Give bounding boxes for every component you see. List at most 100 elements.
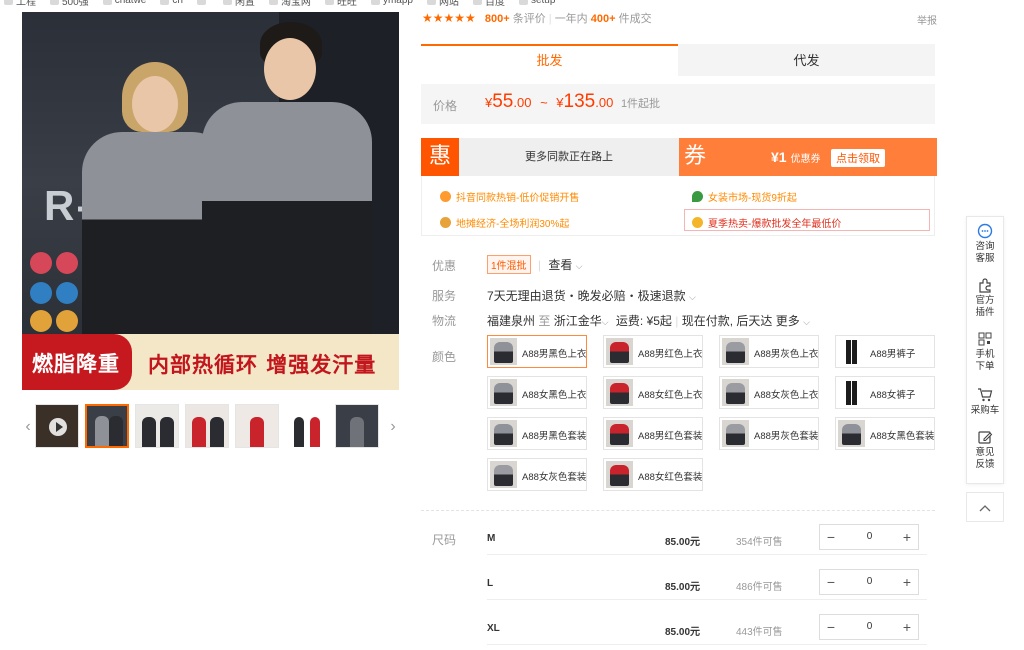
freight: 运费: ¥5起	[615, 314, 672, 328]
bookmark-item[interactable]: ymapp	[370, 0, 413, 6]
color-swatch	[606, 379, 633, 406]
chevron-left-icon[interactable]: ‹	[22, 404, 34, 450]
discount-row: 1件混批 | 查看 ⌵	[487, 255, 583, 274]
color-option[interactable]: A88女裤子	[835, 376, 935, 409]
color-swatch	[722, 338, 749, 365]
banner-text-right: 内部热循环 增强发汗量	[148, 353, 377, 377]
promo-item-1[interactable]: 抖音同款热销-低价促销开售	[440, 189, 579, 204]
image-banner: 燃脂降重 内部热循环 增强发汗量	[22, 334, 399, 390]
sold-suffix: 件成交	[618, 13, 652, 25]
qr-code-icon	[978, 332, 992, 346]
main-product-image[interactable]: R-X 燃脂降重 内部热循环 增强发汗量	[22, 12, 399, 390]
plus-icon[interactable]: +	[896, 525, 918, 549]
customer-service-button[interactable]: 咨询 客服	[967, 223, 1003, 265]
bookmark-item[interactable]: 500强	[50, 0, 89, 6]
thumbnail-3[interactable]	[185, 404, 229, 448]
mobile-order-button[interactable]: 手机 下单	[967, 331, 1003, 373]
bookmark-item[interactable]: 闲置	[222, 0, 255, 6]
thumbnail-5[interactable]	[285, 404, 329, 448]
mixed-batch-tag: 1件混批	[487, 255, 531, 274]
bookmark-item[interactable]: cn	[160, 0, 183, 6]
play-icon	[49, 418, 67, 436]
color-option[interactable]: A88女灰色上衣	[719, 376, 819, 409]
ship-to[interactable]: 浙江金华	[554, 314, 602, 328]
tab-wholesale[interactable]: 批发	[421, 44, 678, 76]
report-link[interactable]: 举报	[917, 12, 937, 27]
chevron-right-icon[interactable]: ›	[387, 404, 399, 450]
promo-item-2[interactable]: 女装市场-现货9折起	[692, 189, 797, 204]
color-option[interactable]: A88女灰色套装	[487, 458, 587, 491]
color-swatch	[722, 379, 749, 406]
color-option[interactable]: A88男灰色套装	[719, 417, 819, 450]
thumbnail-6[interactable]	[335, 404, 379, 448]
color-option[interactable]: A88男黑色套装	[487, 417, 587, 450]
tab-dropship[interactable]: 代发	[678, 44, 935, 76]
discount-text: 更多同款正在路上	[459, 138, 679, 176]
color-swatch	[606, 420, 633, 447]
claim-coupon-button[interactable]: 点击领取	[831, 149, 885, 167]
color-option[interactable]: A88男红色上衣	[603, 335, 703, 368]
thumbnail-2[interactable]	[135, 404, 179, 448]
purchase-tabs: 批发 代发	[421, 44, 935, 76]
size-row: M 85.00元 354件可售 −0 +	[487, 515, 927, 555]
bookmark-item[interactable]: 工程	[4, 0, 36, 6]
color-option[interactable]: A88女红色上衣	[603, 376, 703, 409]
plus-icon[interactable]: +	[896, 570, 918, 594]
color-option[interactable]: A88男黑色上衣	[487, 335, 587, 368]
service-row[interactable]: 7天无理由退货・晚发必赔・极速退款 ⌵	[487, 287, 696, 304]
minus-icon[interactable]: −	[820, 525, 842, 549]
quantity-stepper: −0 +	[819, 524, 919, 550]
bookmark-item[interactable]: 百度	[472, 0, 505, 6]
color-option[interactable]: A88女红色套装	[603, 458, 703, 491]
quantity-stepper: −0 +	[819, 614, 919, 640]
bookmark-item[interactable]: 淘宝网	[268, 0, 311, 6]
color-swatch	[490, 420, 517, 447]
banner-text-left: 燃脂降重	[32, 352, 120, 376]
model-man	[202, 22, 372, 362]
bookmark-item[interactable]: chatwe	[102, 0, 146, 6]
review-count[interactable]: 800+	[485, 13, 510, 25]
color-swatch	[722, 420, 749, 447]
quantity-value[interactable]: 0	[842, 570, 896, 594]
more-logistics-link[interactable]: 更多	[776, 314, 800, 328]
quantity-value[interactable]: 0	[842, 525, 896, 549]
min-order: 1件起批	[620, 98, 661, 110]
sun-icon	[440, 191, 451, 202]
face-icon	[692, 217, 703, 228]
color-option[interactable]: A88男灰色上衣	[719, 335, 819, 368]
back-to-top-button[interactable]	[966, 492, 1004, 522]
official-plugin-button[interactable]: 官方 插件	[967, 277, 1003, 319]
color-option[interactable]: A88女黑色套装	[835, 417, 935, 450]
promo-item-3[interactable]: 地摊经济-全场利润30%起	[440, 215, 569, 230]
color-option[interactable]: A88男裤子	[835, 335, 935, 368]
puzzle-icon	[979, 278, 991, 293]
feedback-button[interactable]: 意见 反馈	[967, 429, 1003, 471]
color-option[interactable]: A88男红色套装	[603, 417, 703, 450]
plus-icon[interactable]: +	[896, 615, 918, 639]
size-price: 85.00元	[665, 537, 701, 548]
minus-icon[interactable]: −	[820, 570, 842, 594]
minus-icon[interactable]: −	[820, 615, 842, 639]
bookmark-item[interactable]	[196, 0, 209, 6]
purchase-cart-button[interactable]: 采购车	[967, 387, 1003, 417]
edit-icon	[978, 431, 993, 444]
thumbnail-video[interactable]	[35, 404, 79, 448]
thumbnail-1[interactable]	[85, 404, 129, 448]
color-swatch	[606, 338, 633, 365]
color-swatch	[838, 420, 865, 447]
quantity-value[interactable]: 0	[842, 615, 896, 639]
color-option[interactable]: A88女黑色上衣	[487, 376, 587, 409]
discount-badge: 惠	[421, 138, 459, 176]
bookmark-item[interactable]: 旺旺	[324, 0, 357, 6]
service-label: 服务	[432, 289, 457, 303]
bookmark-item[interactable]: 网站	[426, 0, 459, 6]
thumbnail-4[interactable]	[235, 404, 279, 448]
discount-label: 优惠	[432, 259, 457, 273]
review-suffix: 条评价	[512, 13, 546, 25]
color-swatch	[490, 461, 517, 488]
bookmark-item[interactable]: setup	[518, 0, 555, 6]
year-prefix: 一年内	[554, 13, 588, 25]
flower-icon	[440, 217, 451, 228]
promo-item-4[interactable]: 夏季热卖-爆款批发全年最低价	[692, 215, 841, 230]
discount-view-link[interactable]: 查看	[548, 258, 572, 272]
